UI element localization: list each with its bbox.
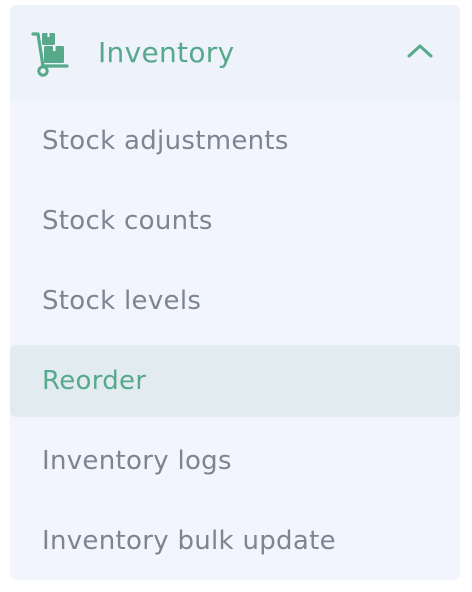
submenu-item-label: Reorder [42,366,147,396]
hand-truck-icon [29,30,71,78]
submenu-item-stock-adjustments[interactable]: Stock adjustments [10,101,460,181]
submenu-item-inventory-logs[interactable]: Inventory logs [10,421,460,501]
submenu-item-label: Inventory bulk update [42,526,336,556]
inventory-menu-header[interactable]: Inventory [10,5,460,101]
inventory-submenu: Stock adjustments Stock counts Stock lev… [10,101,460,580]
submenu-item-stock-levels[interactable]: Stock levels [10,261,460,341]
chevron-up-icon[interactable] [406,41,434,61]
submenu-item-stock-counts[interactable]: Stock counts [10,181,460,261]
inventory-menu-title: Inventory [98,36,235,69]
submenu-item-inventory-bulk-update[interactable]: Inventory bulk update [10,501,460,580]
submenu-item-label: Stock levels [42,286,202,316]
inventory-menu: Inventory Stock adjustments Stock counts… [10,5,460,580]
submenu-item-label: Inventory logs [42,446,232,476]
submenu-item-label: Stock adjustments [42,126,289,156]
submenu-item-label: Stock counts [42,206,213,236]
submenu-item-reorder[interactable]: Reorder [10,345,460,417]
